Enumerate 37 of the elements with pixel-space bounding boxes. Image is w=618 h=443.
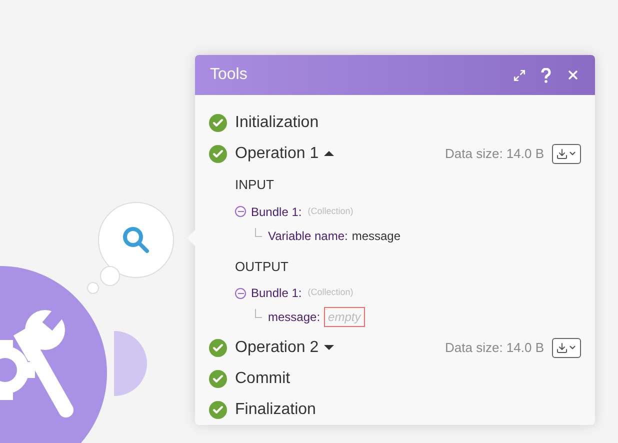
bundle-label[interactable]: Bundle 1:: [251, 284, 302, 302]
panel-title: Tools: [210, 65, 248, 85]
tree-connector: [255, 228, 262, 236]
help-icon[interactable]: [540, 67, 552, 83]
data-size: Data size: 14.0 B: [445, 338, 544, 357]
field-value: message: [352, 228, 401, 244]
download-icon: [556, 148, 568, 160]
check-icon: [209, 144, 227, 162]
section-heading: OUTPUT: [235, 258, 290, 276]
step-label: Finalization: [235, 400, 316, 420]
close-icon[interactable]: [566, 68, 580, 82]
bundle-type: (Collection): [308, 286, 354, 300]
expand-icon[interactable]: [513, 68, 526, 82]
download-button[interactable]: [552, 144, 581, 164]
step-label: Initialization: [235, 112, 319, 132]
search-icon: [121, 225, 151, 255]
field-name: Variable name:: [268, 228, 348, 244]
step-label: Commit: [235, 368, 290, 388]
download-button[interactable]: [552, 338, 581, 358]
download-icon: [556, 342, 568, 354]
expand-caret-icon[interactable]: [324, 345, 334, 350]
caret-icon: [568, 343, 577, 352]
check-icon: [209, 370, 227, 388]
section-heading: INPUT: [235, 176, 275, 194]
bundle-label[interactable]: Bundle 1:: [251, 202, 302, 220]
data-size: Data size: 14.0 B: [445, 144, 544, 163]
field-name: message:: [268, 309, 320, 326]
check-icon: [209, 114, 227, 132]
caret-icon: [568, 149, 577, 158]
bundle-type: (Collection): [308, 204, 354, 218]
field-value: empty: [324, 307, 365, 327]
tree-connector: [255, 309, 262, 318]
check-icon: [209, 400, 227, 418]
check-icon: [209, 338, 227, 356]
collapse-caret-icon[interactable]: [324, 151, 334, 156]
step-label[interactable]: Operation 2: [235, 336, 319, 360]
step-label[interactable]: Operation 1: [235, 142, 319, 166]
